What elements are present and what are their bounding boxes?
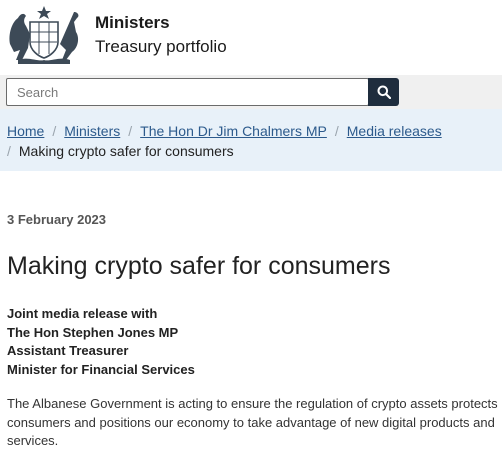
joint-release-line: Joint media release with — [7, 306, 158, 321]
breadcrumb: Home / Ministers / The Hon Dr Jim Chalmers M… — [0, 109, 502, 171]
joint-minister-title: Assistant Treasurer — [7, 343, 129, 358]
breadcrumb-media-releases-link[interactable]: Media releases — [347, 123, 442, 139]
breadcrumb-home-link[interactable]: Home — [7, 123, 44, 139]
australian-coat-of-arms-icon[interactable] — [4, 4, 84, 66]
breadcrumb-separator: / — [7, 143, 11, 159]
search-input[interactable] — [6, 78, 369, 106]
body-line: consumers and positions our economy to t… — [7, 414, 495, 430]
body-line: services. — [7, 433, 59, 448]
site-title[interactable]: Ministers — [95, 13, 170, 33]
joint-minister-portfolio: Minister for Financial Services — [7, 361, 195, 377]
breadcrumb-separator: / — [52, 123, 57, 139]
joint-release-block: Joint media release with The Hon Stephen… — [7, 305, 195, 379]
joint-minister-name: The Hon Stephen Jones MP — [7, 324, 179, 340]
search-bar — [0, 75, 502, 109]
search-button[interactable] — [368, 78, 399, 106]
breadcrumb-separator: / — [334, 123, 339, 139]
release-date: 3 February 2023 — [7, 212, 107, 227]
site-header: Ministers Treasury portfolio — [0, 0, 502, 75]
breadcrumb-current: Making crypto safer for consumers — [18, 143, 234, 159]
breadcrumb-separator: / — [128, 123, 133, 139]
article-body: The Albanese Government is acting to ens… — [7, 395, 499, 451]
breadcrumb-minister-link[interactable]: The Hon Dr Jim Chalmers MP — [140, 123, 327, 139]
site-subtitle: Treasury portfolio — [95, 37, 227, 56]
page-title: Making crypto safer for consumers — [7, 252, 391, 280]
breadcrumb-ministers-link[interactable]: Ministers — [64, 123, 120, 139]
search-icon — [377, 85, 391, 99]
body-line: The Albanese Government is acting to ens… — [7, 396, 498, 411]
